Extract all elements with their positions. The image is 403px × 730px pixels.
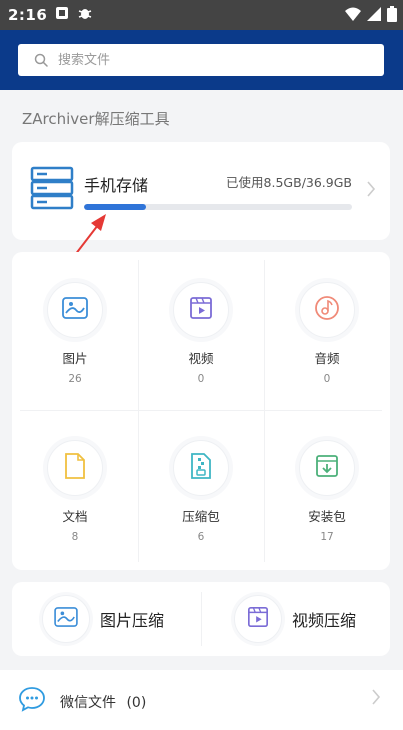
category-count: 26 — [68, 373, 82, 385]
category-name: 图片 — [62, 351, 88, 366]
video-icon — [189, 296, 213, 324]
chevron-right-icon — [371, 688, 381, 710]
image-icon — [62, 297, 88, 323]
image-compress-label: 图片压缩 — [100, 611, 165, 630]
install-package-icon — [315, 454, 339, 482]
category-count: 0 — [323, 373, 331, 385]
category-name: 音频 — [314, 351, 340, 366]
category-count: 8 — [71, 531, 79, 543]
compress-card: 图片压缩 视频压缩 — [12, 582, 390, 656]
image-compress-button[interactable]: 图片压缩 — [42, 582, 164, 656]
document-icon — [64, 453, 86, 483]
category-images[interactable]: 图片 26 — [12, 252, 138, 410]
video-icon — [247, 606, 269, 632]
category-name: 文档 — [62, 509, 88, 524]
wechat-files-row[interactable]: 微信文件 (0) — [0, 670, 403, 730]
category-grid: 图片 26 视频 0 音频 0 文档 8 压缩包 6 安装包 17 — [12, 252, 390, 570]
archive-icon — [190, 453, 212, 483]
category-count: 0 — [197, 373, 205, 385]
wechat-files-label: 微信文件 (0) — [60, 692, 146, 712]
category-name: 视频 — [188, 351, 214, 366]
category-audio[interactable]: 音频 0 — [264, 252, 390, 410]
wechat-label-text: 微信文件 — [60, 695, 116, 711]
video-compress-button[interactable]: 视频压缩 — [234, 582, 356, 656]
category-documents[interactable]: 文档 8 — [12, 410, 138, 568]
chat-bubble-icon — [18, 685, 46, 717]
music-icon — [314, 295, 340, 325]
category-name: 压缩包 — [182, 509, 220, 524]
video-compress-label: 视频压缩 — [292, 611, 357, 630]
category-count: 6 — [197, 531, 205, 543]
category-videos[interactable]: 视频 0 — [138, 252, 264, 410]
wechat-count: (0) — [126, 695, 147, 711]
category-install-packages[interactable]: 安装包 17 — [264, 410, 390, 568]
image-icon — [54, 607, 78, 631]
category-name: 安装包 — [308, 509, 346, 524]
category-count: 17 — [320, 531, 334, 543]
category-archives[interactable]: 压缩包 6 — [138, 410, 264, 568]
